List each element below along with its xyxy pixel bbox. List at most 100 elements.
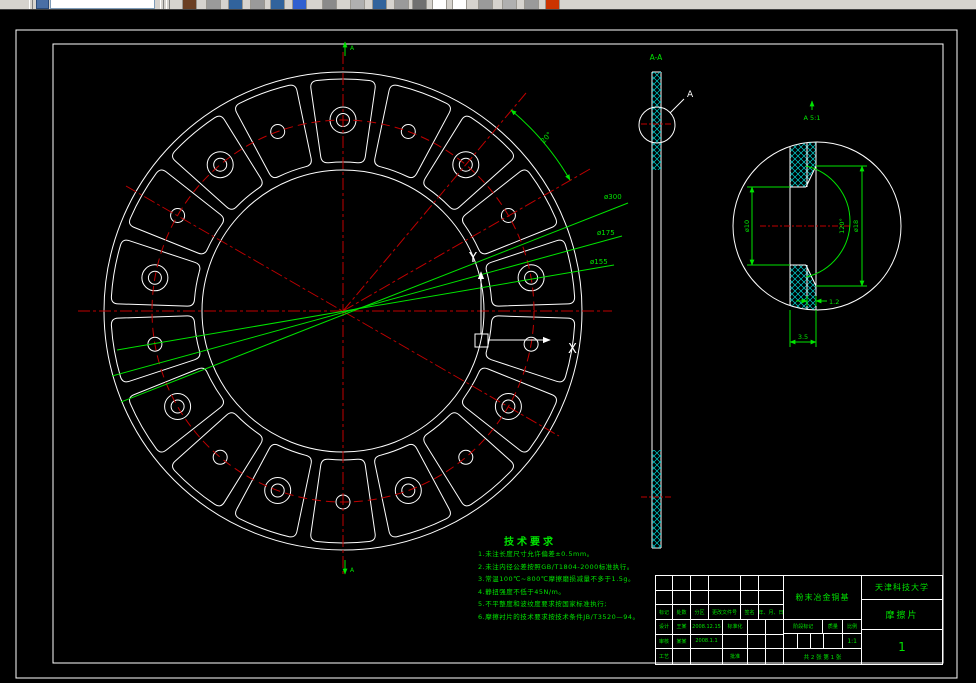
title-block-right: 天津科技大学 摩擦片 1	[861, 576, 942, 664]
signature-cell: 2008.1.1	[691, 635, 723, 650]
friction-pad	[236, 444, 312, 536]
properties-icon[interactable]	[270, 0, 285, 10]
tech-req-line: 2.未注内径公差按照GB/T1804-2000标准执行。	[478, 561, 713, 574]
snap-icon[interactable]	[206, 0, 221, 10]
ortho-icon[interactable]	[502, 0, 517, 10]
revision-cell	[691, 591, 709, 606]
layer-combobox[interactable]	[50, 0, 155, 9]
block-icon[interactable]	[372, 0, 387, 10]
dim-bore-diameter: ø155	[590, 258, 608, 266]
title-block: 标记处数分区更改文件号签名年、月、日 设计王某2008.12.15标准化审核某某…	[655, 575, 943, 665]
tech-req-line: 1.未注长度尺寸允许偏差±0.5mm。	[478, 548, 713, 561]
grid-icon[interactable]	[478, 0, 493, 10]
dim-countersink-angle: 120°	[838, 218, 846, 234]
dim-pad-pitch-angle: 20°	[539, 130, 553, 145]
rivet-hole-large	[395, 478, 421, 504]
revision-cell	[709, 591, 741, 606]
revision-header-cell: 分区	[691, 605, 709, 620]
stage-label: 阶段标记	[784, 620, 823, 633]
signature-cell	[748, 635, 766, 650]
friction-pad	[424, 116, 514, 209]
revision-cell	[691, 576, 709, 591]
revision-header-cell: 签名	[741, 605, 759, 620]
scale-value: 1:1	[843, 634, 861, 648]
dim-outer-diameter: ø300	[604, 193, 622, 201]
friction-pad	[130, 170, 224, 254]
y-axis-label: Y	[468, 251, 477, 266]
plus-icon[interactable]	[412, 0, 427, 10]
revision-header-cell: 标记	[656, 605, 673, 620]
layers-icon[interactable]	[36, 0, 49, 9]
signature-cell	[748, 649, 766, 664]
friction-pad	[173, 116, 263, 209]
section-mark-top: A	[350, 45, 355, 52]
drawing-number: 1	[862, 630, 942, 664]
signature-cell: 批准	[723, 649, 748, 664]
company-name: 天津科技大学	[862, 576, 942, 600]
main-view-friction-disc: ø300 ø175 ø155 20° A A Y	[78, 42, 628, 574]
layer-icon[interactable]	[228, 0, 243, 10]
signature-cell	[723, 635, 748, 650]
cad-application-window: ø300 ø175 ø155 20° A A Y	[0, 0, 976, 683]
linetype-icon[interactable]	[250, 0, 265, 10]
toolbar	[0, 0, 976, 10]
stage-box	[811, 634, 824, 648]
stage-box	[798, 634, 811, 648]
friction-pad	[462, 368, 556, 452]
detail-view-title: A 5:1	[804, 114, 821, 122]
material-name: 粉末冶金铜基	[784, 576, 861, 620]
detail-callout-label: A	[687, 90, 694, 100]
flame-icon[interactable]	[545, 0, 560, 10]
friction-pad	[486, 316, 575, 382]
revision-header-cell: 年、月、日	[759, 605, 783, 620]
measure-icon[interactable]	[394, 0, 409, 10]
arrow-down-icon[interactable]	[292, 0, 307, 10]
rivet-hole-large	[207, 152, 233, 178]
x-axis-label: X	[568, 342, 577, 357]
toolbar-grip[interactable]	[166, 0, 170, 10]
signature-cell	[673, 649, 691, 664]
title-block-middle: 粉末冶金铜基 阶段标记 质量 比例 1:1 共 2 张 第 1 张	[783, 576, 861, 664]
signature-cell	[766, 620, 783, 635]
signature-cell: 标准化	[723, 620, 748, 635]
sheet-info: 共 2 张 第 1 张	[784, 649, 861, 664]
rivet-hole-large	[171, 400, 184, 413]
osnap-icon[interactable]	[524, 0, 539, 10]
revision-header-cell: 更改文件号	[709, 605, 741, 620]
revision-cell	[741, 576, 759, 591]
new-sheet-icon[interactable]	[432, 0, 447, 10]
pencil-icon[interactable]	[182, 0, 197, 10]
selection-icon[interactable]	[350, 0, 365, 10]
revision-cell	[656, 591, 673, 606]
toolbar-grip[interactable]	[160, 0, 164, 10]
section-view-label: A-A	[650, 53, 664, 62]
dim-friction-inner-diameter: ø175	[597, 229, 615, 237]
section-mark-bottom: A	[350, 567, 355, 574]
signature-cell: 2008.12.15	[691, 620, 723, 635]
friction-pad	[462, 170, 556, 254]
signature-cell	[766, 649, 783, 664]
friction-pad	[424, 413, 514, 506]
dim-plate-thickness: 3.5	[798, 333, 808, 341]
toolbar-grip[interactable]	[29, 0, 33, 10]
open-sheet-icon[interactable]	[452, 0, 467, 10]
dim-countersink-dia: ø18	[852, 220, 860, 232]
dim-friction-layer: 1.2	[829, 298, 839, 306]
revision-cell	[709, 576, 741, 591]
title-block-revision-table: 标记处数分区更改文件号签名年、月、日 设计王某2008.12.15标准化审核某某…	[656, 576, 783, 664]
signature-cell: 某某	[673, 635, 691, 650]
friction-pad	[375, 444, 451, 536]
revision-cell	[673, 576, 691, 591]
rivet-hole-large	[165, 394, 191, 420]
mass-value	[824, 634, 844, 648]
stage-box	[784, 634, 798, 648]
signature-cell: 审核	[656, 635, 673, 650]
revision-cell	[656, 576, 673, 591]
rivet-hole-large	[402, 484, 415, 497]
detail-view: A 5:1 120° ø10	[733, 101, 901, 347]
signature-cell: 王某	[673, 620, 691, 635]
friction-pad	[375, 85, 451, 177]
detail-dimensions: ø10 ø18 1.2 3.5	[743, 166, 867, 347]
revision-header-cell: 处数	[673, 605, 691, 620]
refresh-icon[interactable]	[322, 0, 337, 10]
